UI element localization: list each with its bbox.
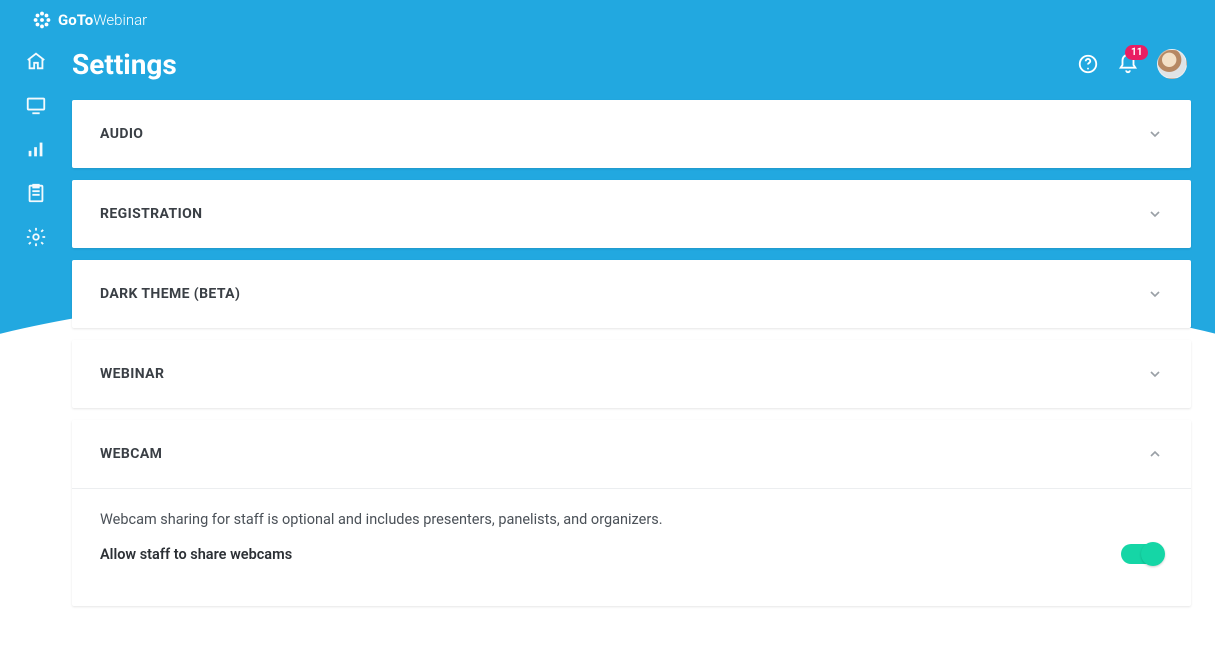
help-icon[interactable] [1077,53,1099,75]
section-title: AUDIO [100,126,143,142]
section-title: WEBCAM [100,446,162,462]
section-audio: AUDIO [72,100,1191,168]
avatar[interactable] [1157,49,1187,79]
notifications-button[interactable]: 11 [1117,53,1139,75]
clipboard-icon[interactable] [25,182,47,204]
setting-allow-webcam-share: Allow staff to share webcams [100,544,1163,564]
toggle-allow-webcam-share[interactable] [1121,544,1163,564]
chevron-down-icon [1147,206,1163,222]
logo-text: GoToWebinar [58,11,147,29]
section-dark-theme-header[interactable]: DARK THEME (BETA) [72,260,1191,328]
section-registration-header[interactable]: REGISTRATION [72,180,1191,248]
header-row: Settings 11 [72,40,1191,88]
sidebar [0,40,72,649]
chevron-down-icon [1147,366,1163,382]
section-dark-theme: DARK THEME (BETA) [72,260,1191,328]
daisy-logo-icon [32,10,52,30]
chevron-down-icon [1147,126,1163,142]
gear-icon[interactable] [25,226,47,248]
main-content: Settings 11 AUDIO [72,40,1215,649]
section-title: DARK THEME (BETA) [100,286,240,302]
section-title: WEBINAR [100,366,164,382]
section-webcam: WEBCAM Webcam sharing for staff is optio… [72,420,1191,606]
chevron-up-icon [1147,446,1163,462]
section-webinar: WEBINAR [72,340,1191,408]
chevron-down-icon [1147,286,1163,302]
notification-badge: 11 [1125,45,1148,60]
webcam-description: Webcam sharing for staff is optional and… [100,511,1163,528]
analytics-icon[interactable] [25,138,47,160]
section-webinar-header[interactable]: WEBINAR [72,340,1191,408]
settings-sections: AUDIO REGISTRATION DARK THEME (BETA) [72,100,1191,606]
setting-label: Allow staff to share webcams [100,546,292,563]
dashboard-icon[interactable] [25,50,47,72]
monitor-icon[interactable] [25,94,47,116]
page-title: Settings [72,48,177,81]
section-registration: REGISTRATION [72,180,1191,248]
section-title: REGISTRATION [100,206,202,222]
section-webcam-header[interactable]: WEBCAM [72,420,1191,488]
logo-bar: GoToWebinar [0,0,1215,40]
section-audio-header[interactable]: AUDIO [72,100,1191,168]
section-webcam-body: Webcam sharing for staff is optional and… [72,488,1191,606]
